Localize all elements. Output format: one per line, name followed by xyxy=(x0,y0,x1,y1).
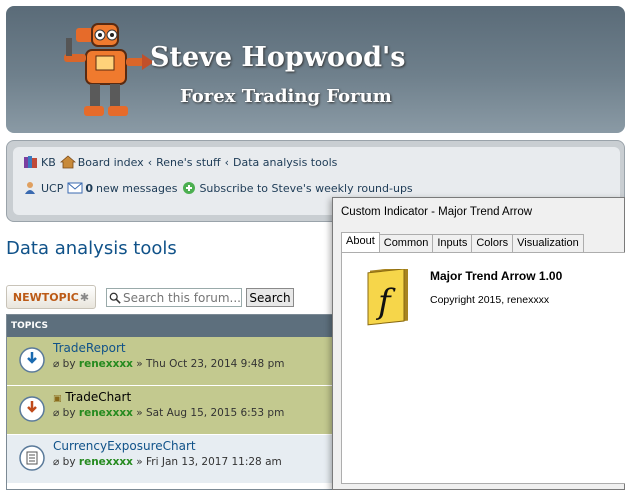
new-topic-button[interactable]: NEWTOPIC ✱ xyxy=(6,285,96,309)
breadcrumb-renes-stuff[interactable]: Rene's stuff xyxy=(156,156,221,169)
topic-date: » Fri Jan 13, 2017 11:28 am xyxy=(136,456,282,468)
custom-indicator-dialog: Custom Indicator - Major Trend Arrow Abo… xyxy=(332,197,625,490)
topic-hot-icon[interactable] xyxy=(19,347,45,373)
topic-title[interactable]: CurrencyExposureChart xyxy=(53,439,196,453)
function-logo-icon: f xyxy=(367,269,408,326)
search-icon xyxy=(109,292,121,304)
site-header: Steve Hopwood's Forex Trading Forum xyxy=(6,6,625,133)
topic-date: » Sat Aug 15, 2015 6:53 pm xyxy=(136,407,285,419)
kb-link[interactable]: KB xyxy=(41,156,56,169)
topic-title-text: TradeChart xyxy=(65,390,132,404)
search-box xyxy=(106,288,242,307)
by-label: by xyxy=(62,358,76,370)
table-row: ▣ TradeChart ⌀ by renexxxx » Sat Aug 15,… xyxy=(7,386,335,435)
messages-link[interactable]: new messages xyxy=(96,182,177,195)
new-topic-label: NEWTOPIC xyxy=(12,290,79,304)
about-panel: f Major Trend Arrow 1.00 Copyright 2015,… xyxy=(341,252,625,484)
user-icon xyxy=(25,182,35,194)
dialog-tabs: About Common Inputs Colors Visualization xyxy=(341,232,584,252)
messages-count[interactable]: 0 xyxy=(85,182,93,195)
topics-list: TOPICS TradeReport ⌀ by renexxxx » Thu O… xyxy=(6,314,336,490)
topic-author[interactable]: renexxxx xyxy=(79,358,133,370)
topic-hot-icon[interactable] xyxy=(19,396,45,422)
by-label: by xyxy=(62,407,76,419)
page-title[interactable]: Data analysis tools xyxy=(6,238,177,259)
table-row: CurrencyExposureChart ⌀ by renexxxx » Fr… xyxy=(7,435,335,484)
indicator-name: Major Trend Arrow 1.00 xyxy=(430,269,563,283)
site-title[interactable]: Steve Hopwood's xyxy=(150,42,405,73)
breadcrumb-data-analysis[interactable]: Data analysis tools xyxy=(233,156,337,169)
ucp-link[interactable]: UCP xyxy=(41,182,63,195)
envelope-icon xyxy=(67,182,83,194)
breadcrumb-separator: ‹ xyxy=(147,155,153,169)
topic-title[interactable]: ▣ TradeChart xyxy=(53,390,131,404)
books-icon xyxy=(24,156,37,168)
topic-title[interactable]: TradeReport xyxy=(53,341,126,355)
star-icon: ✱ xyxy=(79,290,90,304)
tab-visualization[interactable]: Visualization xyxy=(512,234,584,252)
dialog-title[interactable]: Custom Indicator - Major Trend Arrow xyxy=(341,206,532,218)
search-input[interactable] xyxy=(123,290,241,305)
tab-colors[interactable]: Colors xyxy=(471,234,514,252)
breadcrumb-separator: ‹ xyxy=(224,155,230,169)
tab-about[interactable]: About xyxy=(341,232,380,252)
table-row: TradeReport ⌀ by renexxxx » Thu Oct 23, … xyxy=(7,337,335,386)
user-links: UCP 0 new messages Subscribe to Steve's … xyxy=(23,181,417,195)
by-label: by xyxy=(62,456,76,468)
search-button[interactable]: Search xyxy=(246,288,294,307)
robot-mascot-icon xyxy=(64,23,154,116)
topic-date: » Thu Oct 23, 2014 9:48 pm xyxy=(136,358,285,370)
board-index-link[interactable]: Board index xyxy=(78,156,144,169)
topic-meta: ⌀ by renexxxx » Fri Jan 13, 2017 11:28 a… xyxy=(53,456,282,468)
breadcrumb: KB Board index ‹ Rene's stuff ‹ Data ana… xyxy=(23,155,341,169)
tab-inputs[interactable]: Inputs xyxy=(432,234,473,252)
topic-author[interactable]: renexxxx xyxy=(79,407,133,419)
attachment-icon: ⌀ xyxy=(53,456,60,468)
subscribe-link[interactable]: Subscribe to Steve's weekly round-ups xyxy=(199,182,412,195)
topic-read-icon[interactable] xyxy=(19,445,45,471)
indicator-copyright: Copyright 2015, renexxxx xyxy=(430,294,550,306)
add-icon xyxy=(183,182,196,194)
tab-common[interactable]: Common xyxy=(378,234,434,252)
topic-author[interactable]: renexxxx xyxy=(79,456,133,468)
topic-meta: ⌀ by renexxxx » Sat Aug 15, 2015 6:53 pm xyxy=(53,407,284,419)
topic-meta: ⌀ by renexxxx » Thu Oct 23, 2014 9:48 pm xyxy=(53,358,284,370)
site-subtitle: Forex Trading Forum xyxy=(180,86,392,107)
attachment-icon: ⌀ xyxy=(53,358,60,370)
topics-header: TOPICS xyxy=(7,315,335,337)
attachment-icon: ⌀ xyxy=(53,407,60,419)
sticky-icon: ▣ xyxy=(53,394,62,404)
home-icon xyxy=(59,155,76,169)
